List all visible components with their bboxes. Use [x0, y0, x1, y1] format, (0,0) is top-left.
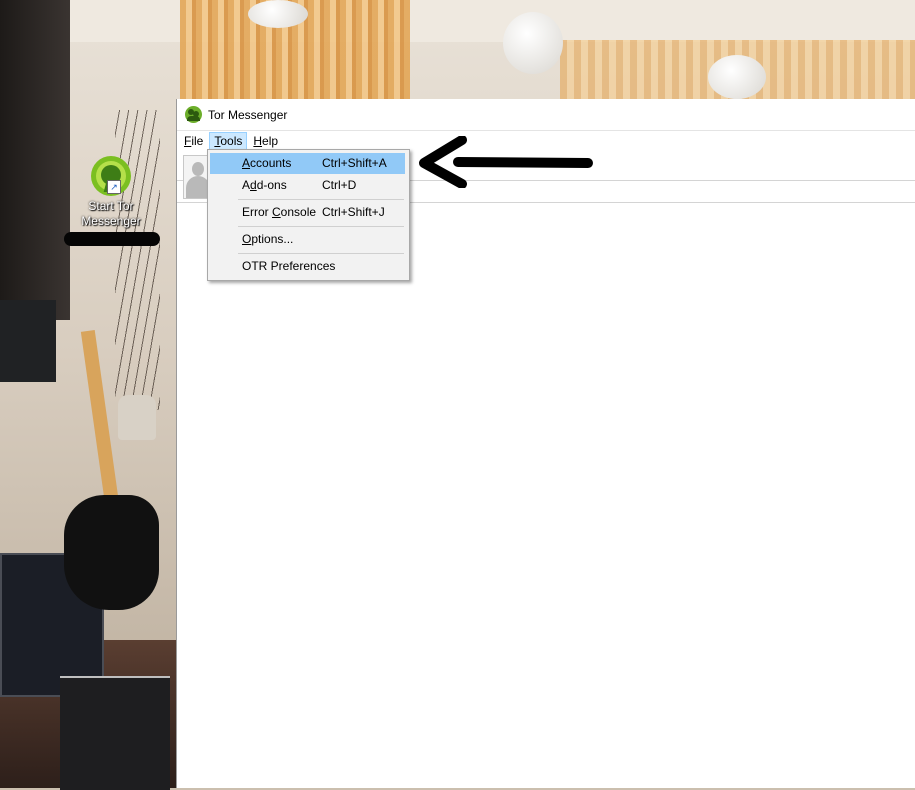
wallpaper-table: [60, 676, 170, 790]
tor-messenger-icon: ↗: [91, 156, 131, 196]
menu-help[interactable]: Help: [249, 132, 282, 150]
menu-file[interactable]: File: [180, 132, 207, 150]
menu-item-accounts[interactable]: Accounts Ctrl+Shift+A: [210, 153, 405, 174]
wallpaper-monitor: [0, 300, 56, 382]
wallpaper-branches: [115, 110, 160, 410]
menu-item-add-ons[interactable]: Add-ons Ctrl+D: [210, 175, 405, 196]
desktop-shortcut-tor-messenger[interactable]: ↗ Start Tor Messenger: [78, 156, 144, 229]
menu-item-otr-preferences[interactable]: OTR Preferences: [210, 256, 405, 277]
wallpaper-lamp: [503, 12, 563, 74]
menu-separator: [238, 199, 404, 200]
shortcut-label: Start Tor Messenger: [81, 199, 141, 228]
menu-item-shortcut: Ctrl+Shift+A: [322, 156, 387, 170]
wallpaper-lamp: [708, 55, 766, 99]
redaction-scribble: [64, 232, 160, 246]
window-title: Tor Messenger: [208, 107, 288, 122]
menu-tools[interactable]: Tools: [209, 132, 248, 150]
menu-separator: [238, 253, 404, 254]
menu-item-label: Options...: [242, 232, 294, 246]
menu-item-label: Accounts: [242, 156, 292, 170]
menu-item-label: OTR Preferences: [242, 259, 336, 273]
menu-help-mnemonic: H: [253, 134, 263, 148]
app-contacts-icon: [185, 106, 202, 123]
menu-tools-label: ools: [220, 134, 243, 148]
tools-dropdown-menu: Accounts Ctrl+Shift+A Add-ons Ctrl+D Err…: [207, 149, 410, 281]
wallpaper-vase: [118, 395, 156, 440]
menu-separator: [238, 226, 404, 227]
window-titlebar[interactable]: Tor Messenger: [177, 99, 915, 131]
menu-help-label: elp: [262, 134, 279, 148]
wallpaper-lamp: [248, 0, 308, 28]
menu-item-shortcut: Ctrl+Shift+J: [322, 205, 385, 219]
menu-item-shortcut: Ctrl+D: [322, 178, 357, 192]
menu-item-label: Add-ons: [242, 178, 287, 192]
menu-item-options[interactable]: Options...: [210, 229, 405, 250]
menu-file-label: ile: [191, 134, 204, 148]
wallpaper-guitar-body: [64, 495, 159, 610]
shortcut-arrow-icon: ↗: [107, 180, 121, 194]
menu-item-label: Error Console: [242, 205, 317, 219]
menu-item-error-console[interactable]: Error Console Ctrl+Shift+J: [210, 202, 405, 223]
annotation-arrow-icon: [419, 136, 593, 188]
wallpaper-shelf: [0, 0, 70, 320]
